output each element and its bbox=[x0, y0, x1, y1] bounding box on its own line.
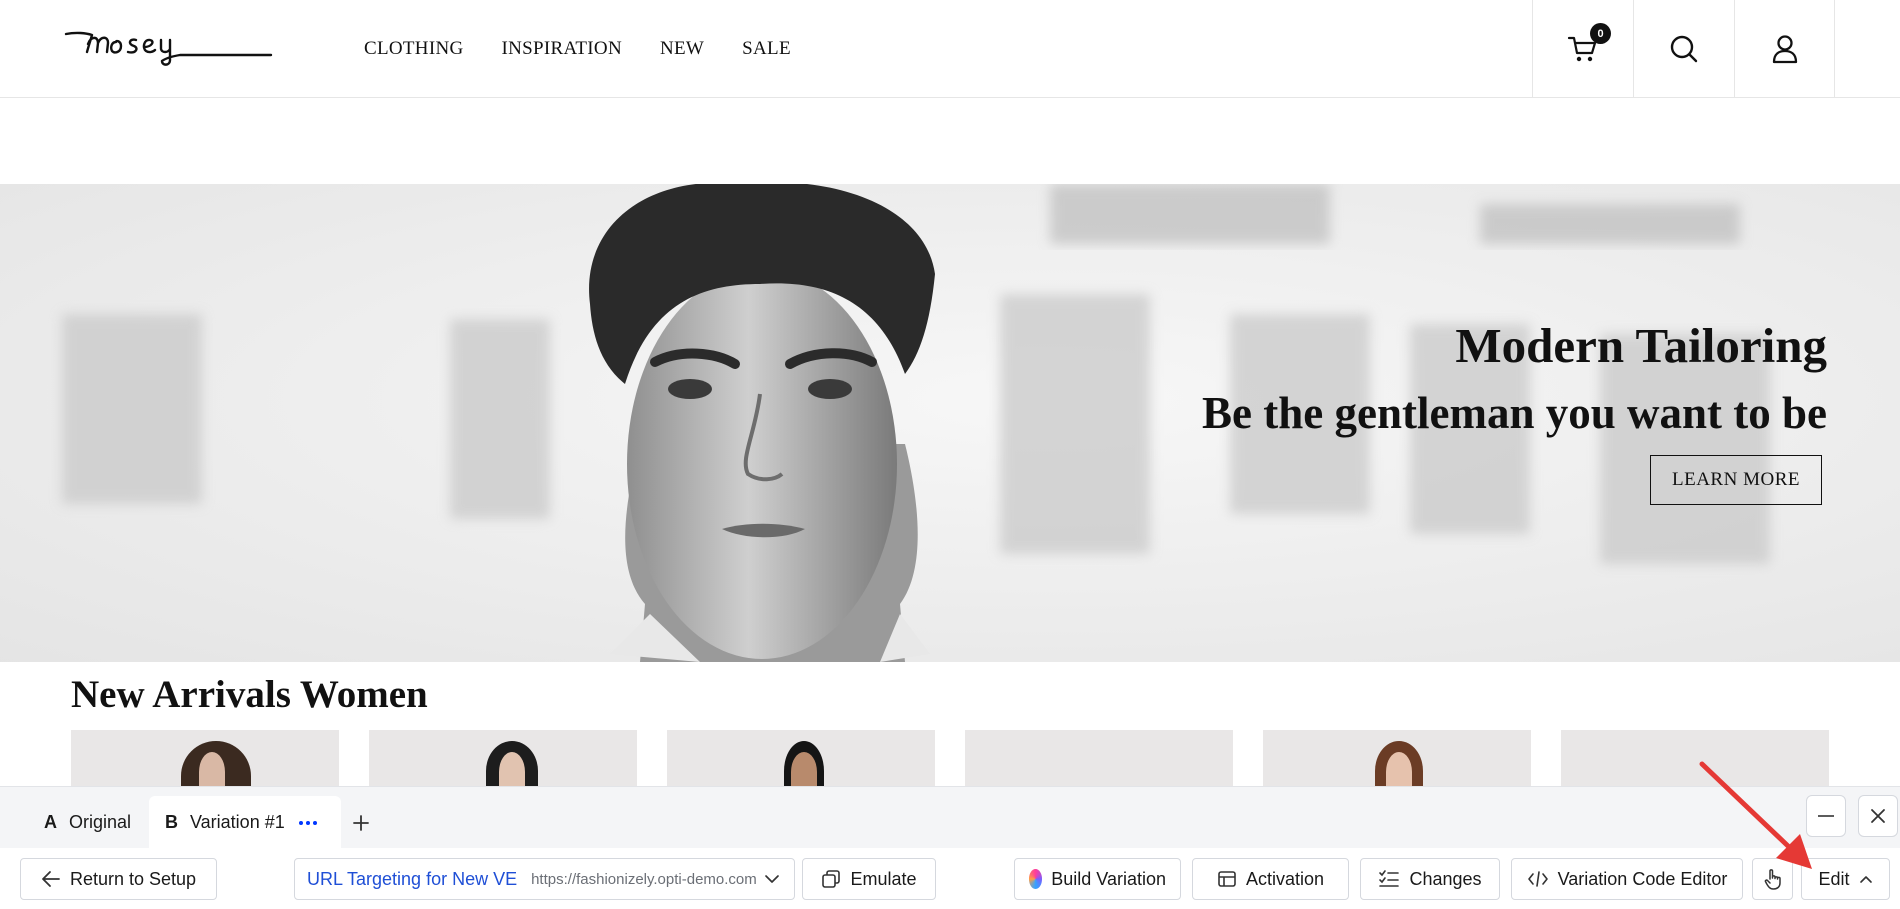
tab-variation-1[interactable]: B Variation #1 bbox=[149, 796, 341, 849]
hero-title: Modern Tailoring bbox=[1455, 318, 1827, 373]
cart-count-badge: 0 bbox=[1590, 23, 1611, 44]
build-variation-button[interactable]: Build Variation bbox=[1014, 858, 1181, 900]
product-card[interactable] bbox=[1561, 730, 1829, 790]
nav-inspiration[interactable]: INSPIRATION bbox=[502, 38, 622, 60]
tab-label: Variation #1 bbox=[190, 812, 285, 832]
hero-subtitle: Be the gentleman you want to be bbox=[1202, 388, 1827, 438]
cart-button[interactable]: 0 bbox=[1532, 0, 1633, 98]
arrow-left-icon bbox=[42, 871, 60, 887]
section-title: New Arrivals Women bbox=[71, 673, 428, 716]
url-targeting-url: https://fashionizely.opti-demo.com bbox=[531, 870, 757, 888]
checklist-icon bbox=[1379, 870, 1400, 887]
search-button[interactable] bbox=[1633, 0, 1734, 98]
changes-button[interactable]: Changes bbox=[1360, 858, 1500, 900]
url-targeting-select[interactable]: URL Targeting for New VE https://fashion… bbox=[294, 858, 795, 900]
interact-mode-button[interactable] bbox=[1752, 858, 1793, 900]
product-grid bbox=[71, 730, 1829, 790]
nav-new[interactable]: NEW bbox=[660, 38, 704, 60]
emulate-label: Emulate bbox=[850, 868, 917, 889]
product-card[interactable] bbox=[71, 730, 339, 790]
chevron-up-icon bbox=[1859, 876, 1872, 883]
product-image-face bbox=[1386, 752, 1412, 790]
hero-banner: Modern Tailoring Be the gentleman you wa… bbox=[0, 184, 1900, 662]
product-card[interactable] bbox=[965, 730, 1233, 790]
minimize-icon bbox=[1818, 815, 1834, 817]
plus-icon bbox=[353, 814, 369, 831]
code-editor-label: Variation Code Editor bbox=[1557, 868, 1728, 889]
learn-more-button[interactable]: LEARN MORE bbox=[1650, 455, 1822, 505]
chevron-down-icon bbox=[765, 875, 779, 883]
product-image-face bbox=[199, 752, 225, 790]
pointer-hand-icon bbox=[1764, 869, 1781, 890]
close-button[interactable] bbox=[1858, 795, 1898, 837]
minimize-button[interactable] bbox=[1806, 795, 1846, 837]
emulate-icon bbox=[822, 870, 841, 888]
return-to-setup-label: Return to Setup bbox=[69, 868, 197, 889]
close-icon bbox=[1871, 809, 1885, 823]
search-icon bbox=[1670, 35, 1698, 63]
tab-letter: A bbox=[44, 812, 57, 832]
product-card[interactable] bbox=[369, 730, 637, 790]
layout-icon bbox=[1218, 871, 1236, 887]
tab-letter: B bbox=[165, 812, 178, 832]
nav-clothing[interactable]: CLOTHING bbox=[364, 38, 464, 60]
activation-label: Activation bbox=[1245, 868, 1325, 889]
product-image-face bbox=[499, 752, 525, 790]
ai-sparkle-icon bbox=[1029, 869, 1043, 889]
nav-sale[interactable]: SALE bbox=[742, 38, 791, 60]
build-variation-label: Build Variation bbox=[1051, 868, 1166, 889]
edit-label: Edit bbox=[1818, 868, 1850, 889]
site-header: CLOTHING INSPIRATION NEW SALE 0 bbox=[0, 0, 1900, 98]
user-icon bbox=[1772, 35, 1797, 64]
product-card[interactable] bbox=[667, 730, 935, 790]
tab-original[interactable]: A Original bbox=[44, 796, 131, 849]
changes-label: Changes bbox=[1409, 868, 1482, 889]
variation-tab-bar: A Original B Variation #1 bbox=[0, 786, 1900, 849]
edit-mode-button[interactable]: Edit bbox=[1801, 858, 1890, 900]
return-to-setup-button[interactable]: Return to Setup bbox=[20, 858, 217, 900]
variation-code-editor-button[interactable]: Variation Code Editor bbox=[1511, 858, 1743, 900]
tab-label: Original bbox=[69, 812, 132, 832]
code-icon bbox=[1527, 871, 1548, 887]
emulate-button[interactable]: Emulate bbox=[802, 858, 936, 900]
add-variation-button[interactable] bbox=[352, 796, 370, 849]
editor-toolbar: Return to Setup URL Targeting for New VE… bbox=[0, 848, 1900, 909]
more-options-icon[interactable] bbox=[298, 820, 317, 825]
mosey-logo[interactable] bbox=[64, 22, 274, 72]
activation-button[interactable]: Activation bbox=[1192, 858, 1349, 900]
url-targeting-name: URL Targeting for New VE bbox=[307, 868, 518, 889]
product-card[interactable] bbox=[1263, 730, 1531, 790]
main-nav: CLOTHING INSPIRATION NEW SALE bbox=[364, 38, 791, 60]
product-image-face bbox=[791, 752, 817, 790]
account-button[interactable] bbox=[1734, 0, 1835, 98]
